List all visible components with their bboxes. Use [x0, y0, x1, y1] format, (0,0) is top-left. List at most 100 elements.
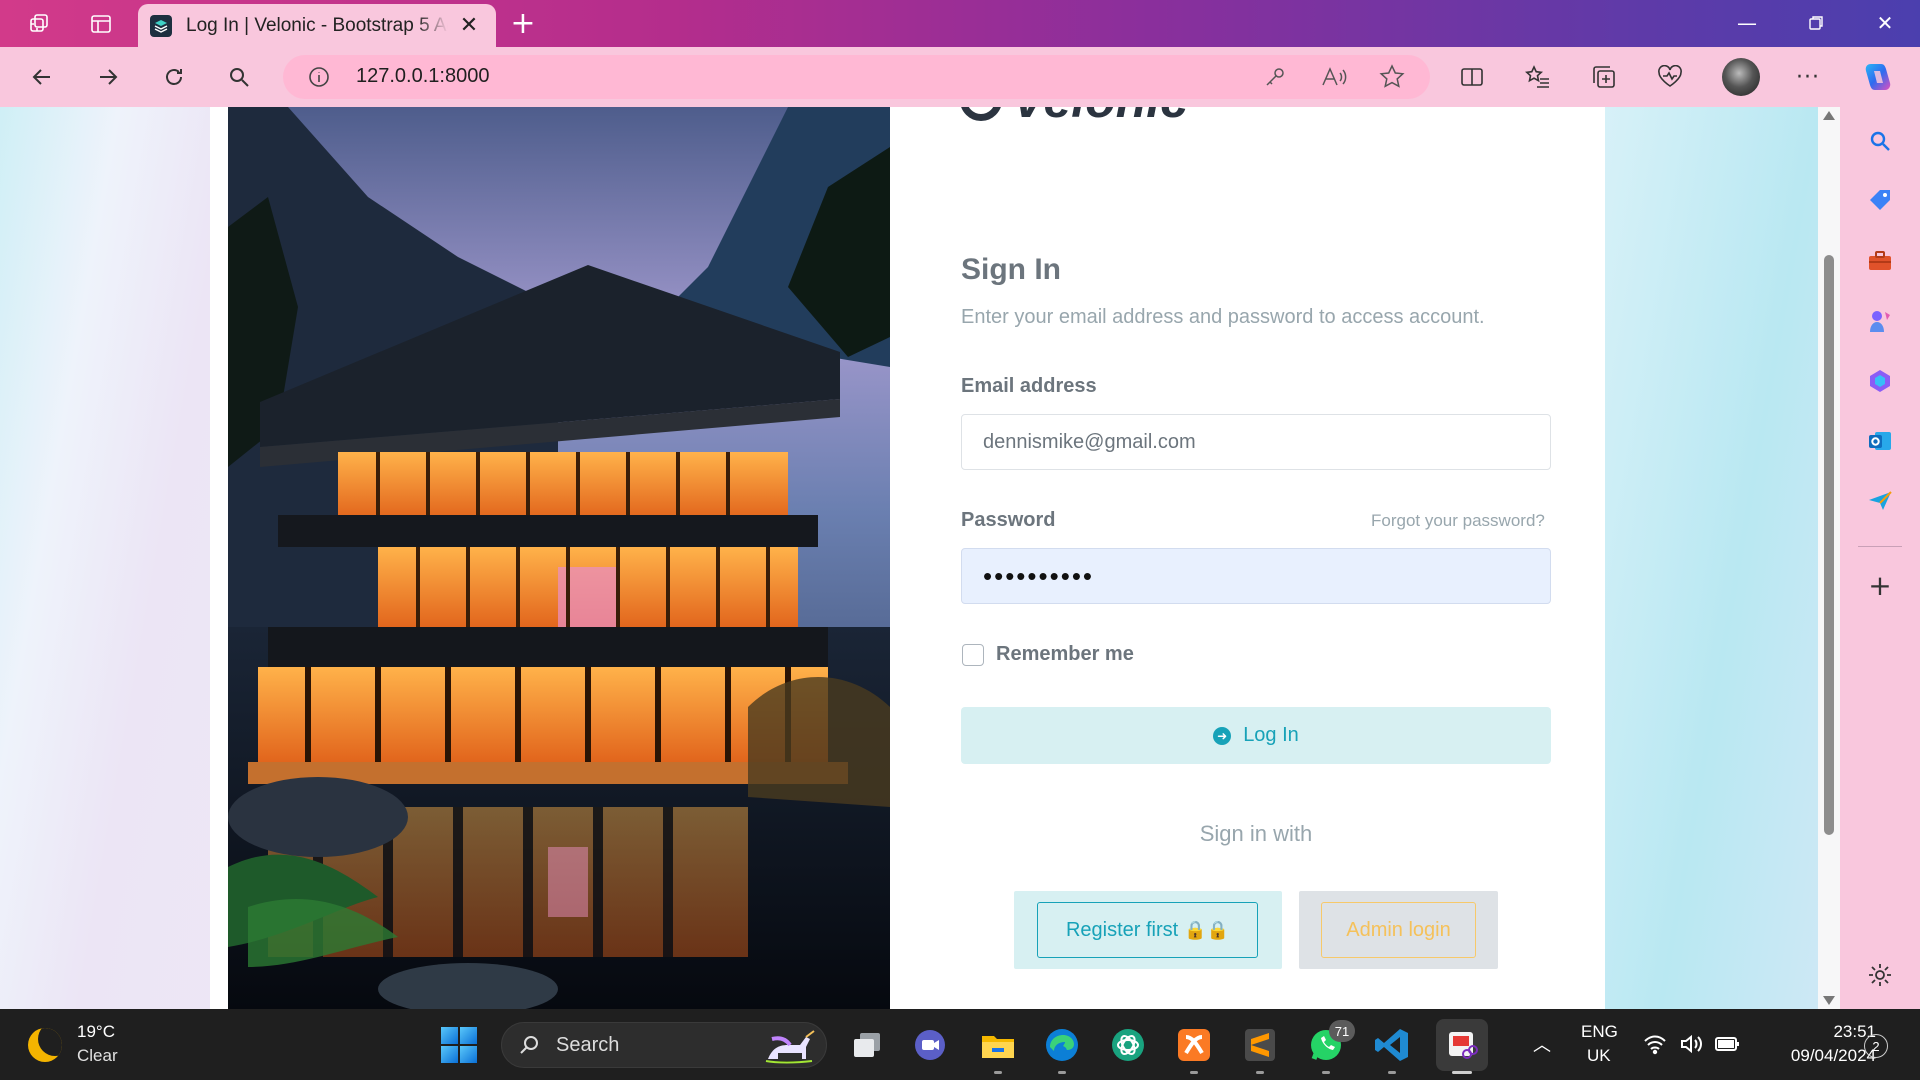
lock-icon: 🔒🔒: [1184, 919, 1230, 940]
language-indicator[interactable]: ENG: [1581, 1022, 1618, 1042]
forward-icon[interactable]: [90, 59, 126, 95]
vscode-icon[interactable]: [1372, 1025, 1412, 1065]
browser-toolbar: 127.0.0.1:8000 ···: [0, 47, 1920, 107]
running-indicator: [1388, 1071, 1396, 1074]
running-indicator: [1322, 1071, 1330, 1074]
register-button[interactable]: Register first 🔒🔒: [1037, 902, 1258, 958]
scroll-down-icon[interactable]: [1823, 996, 1835, 1005]
language-region[interactable]: UK: [1587, 1046, 1611, 1066]
weather-condition[interactable]: Clear: [77, 1046, 118, 1066]
more-icon[interactable]: ···: [1790, 59, 1826, 95]
brand-logo[interactable]: Velonic: [960, 107, 1188, 129]
tab-actions-icon[interactable]: [86, 10, 116, 38]
email-field[interactable]: dennismike@gmail.com: [961, 414, 1551, 470]
notification-badge[interactable]: 2: [1864, 1034, 1888, 1058]
restore-icon[interactable]: [1786, 0, 1846, 46]
velonic-logo-icon: [960, 107, 1002, 121]
clock-time[interactable]: 23:51: [1760, 1022, 1876, 1042]
sidebar-search-icon[interactable]: [1862, 123, 1898, 159]
admin-button-wrapper: Admin login: [1299, 891, 1498, 969]
tools-icon[interactable]: [1862, 243, 1898, 279]
login-arrow-icon: ➜: [1213, 726, 1232, 745]
shopping-tag-icon[interactable]: [1862, 183, 1898, 219]
register-button-wrapper: Register first 🔒🔒: [1014, 891, 1282, 969]
microsoft365-icon[interactable]: [1862, 363, 1898, 399]
page-subtitle: Enter your email address and password to…: [961, 306, 1485, 328]
unicorn-icon: [760, 1029, 820, 1069]
weather-temp[interactable]: 19°C: [77, 1022, 115, 1042]
register-button-label: Register first: [1065, 918, 1179, 941]
sidebar-divider: [1858, 546, 1902, 547]
favorites-icon[interactable]: [1520, 59, 1556, 95]
collections-icon[interactable]: [1586, 59, 1622, 95]
search-icon[interactable]: [221, 59, 257, 95]
active-indicator: [1452, 1071, 1472, 1074]
hero-image: [228, 107, 890, 1009]
read-aloud-icon[interactable]: [1321, 65, 1347, 93]
running-indicator: [994, 1071, 1002, 1074]
workspaces-icon[interactable]: [24, 10, 54, 38]
email-value: dennismike@gmail.com: [983, 430, 1196, 453]
volume-icon[interactable]: [1679, 1033, 1705, 1059]
task-view-icon[interactable]: [847, 1025, 887, 1065]
scroll-up-icon[interactable]: [1823, 111, 1835, 120]
chatgpt-icon[interactable]: [1108, 1025, 1148, 1065]
running-indicator: [1190, 1071, 1198, 1074]
address-bar[interactable]: 127.0.0.1:8000: [283, 55, 1430, 99]
new-tab-icon[interactable]: +: [506, 6, 540, 41]
site-info-icon[interactable]: [307, 65, 331, 93]
wifi-icon[interactable]: [1643, 1033, 1667, 1059]
games-icon[interactable]: [1862, 303, 1898, 339]
profile-avatar[interactable]: [1722, 58, 1760, 96]
password-key-icon[interactable]: [1263, 65, 1287, 93]
browser-essentials-icon[interactable]: [1652, 59, 1688, 95]
clock-date[interactable]: 09/04/2024: [1760, 1046, 1876, 1066]
browser-tab-strip: Log In | Velonic - Bootstrap 5 Admin ✕ +…: [0, 0, 1920, 47]
login-button-label: Log In: [1243, 724, 1299, 746]
minimize-icon[interactable]: —: [1717, 0, 1777, 46]
close-window-icon[interactable]: ✕: [1855, 0, 1915, 46]
velonic-favicon-icon: [150, 14, 172, 37]
page-viewport: Velonic Sign In Enter your email address…: [0, 107, 1818, 1009]
xampp-icon[interactable]: [1174, 1025, 1214, 1065]
favorite-star-icon[interactable]: [1379, 64, 1405, 94]
start-button[interactable]: [441, 1027, 477, 1063]
taskbar-search[interactable]: Search: [501, 1022, 827, 1068]
outlook-icon[interactable]: [1862, 423, 1898, 459]
remember-me-label[interactable]: Remember me: [996, 643, 1134, 666]
refresh-icon[interactable]: [156, 59, 192, 95]
forgot-password-link[interactable]: Forgot your password?: [1371, 511, 1545, 531]
snipping-tool-icon[interactable]: [1436, 1019, 1488, 1071]
url-text[interactable]: 127.0.0.1:8000: [356, 65, 489, 88]
drop-icon[interactable]: [1862, 483, 1898, 519]
brand-name: Velonic: [1012, 107, 1188, 129]
running-indicator: [1058, 1071, 1066, 1074]
chevron-up-icon[interactable]: ︿: [1533, 1031, 1551, 1057]
tab-active[interactable]: Log In | Velonic - Bootstrap 5 Admin ✕: [138, 4, 496, 47]
password-field[interactable]: ••••••••••: [961, 548, 1551, 604]
sublime-text-icon[interactable]: [1240, 1025, 1280, 1065]
teams-meet-icon[interactable]: [910, 1025, 950, 1065]
file-explorer-icon[interactable]: [978, 1025, 1018, 1065]
whatsapp-badge: 71: [1329, 1020, 1355, 1042]
page-scrollbar[interactable]: [1818, 107, 1840, 1009]
add-icon[interactable]: +: [1862, 567, 1898, 603]
copilot-icon[interactable]: [1860, 59, 1896, 95]
battery-icon[interactable]: [1714, 1034, 1742, 1058]
split-screen-icon[interactable]: [1454, 59, 1490, 95]
remember-me-checkbox[interactable]: [962, 644, 984, 666]
login-button[interactable]: ➜ Log In: [961, 707, 1551, 764]
search-icon: [518, 1033, 542, 1061]
scroll-thumb[interactable]: [1824, 255, 1834, 835]
edge-sidebar: +: [1840, 107, 1920, 1009]
back-icon[interactable]: [24, 59, 60, 95]
taskbar-search-label: Search: [556, 1034, 620, 1056]
admin-login-button[interactable]: Admin login: [1321, 902, 1476, 958]
tab-close-icon[interactable]: ✕: [458, 13, 480, 38]
password-label: Password: [961, 509, 1056, 531]
edge-icon[interactable]: [1042, 1025, 1082, 1065]
password-value: ••••••••••: [983, 560, 1095, 591]
settings-icon[interactable]: [1862, 957, 1898, 993]
running-indicator: [1256, 1071, 1264, 1074]
weather-moon-icon[interactable]: [28, 1028, 62, 1062]
